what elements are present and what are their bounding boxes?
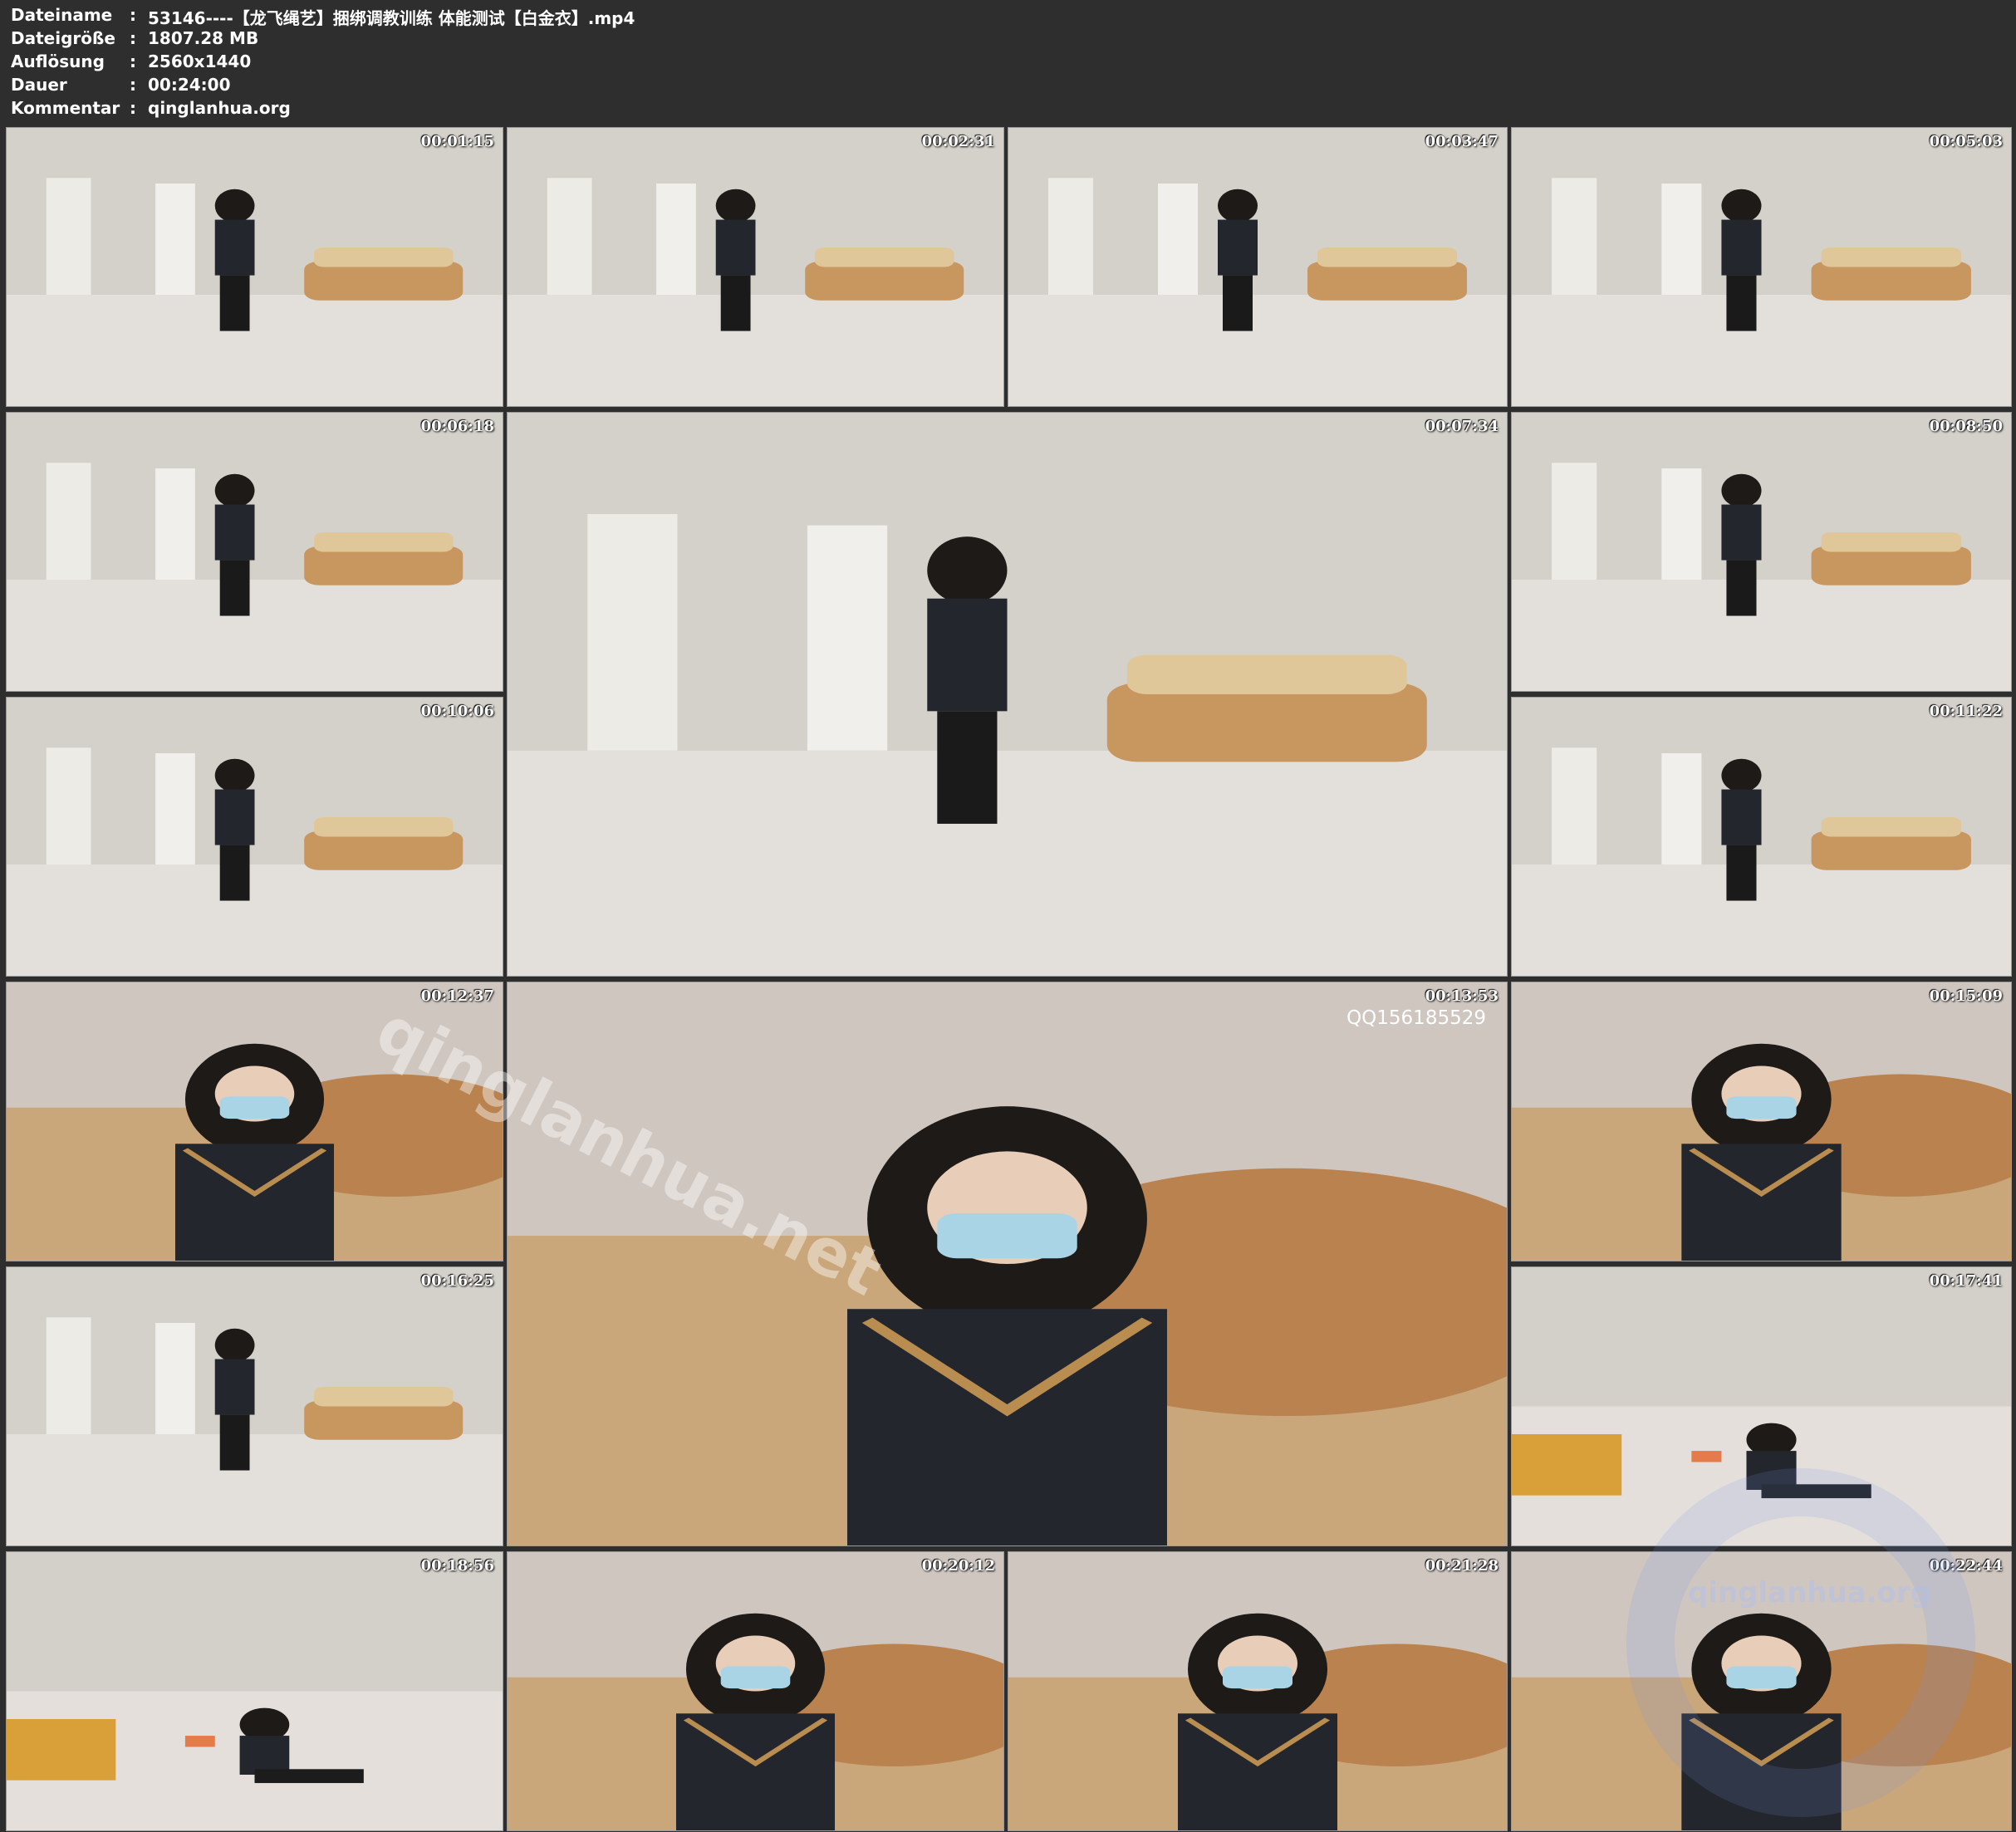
video-thumbnail: 00:10:06 xyxy=(6,697,503,977)
thumbnail-timestamp: 00:06:18 xyxy=(420,418,494,435)
thumbnail-timestamp: 00:15:09 xyxy=(1929,987,2003,1005)
video-thumbnail: 00:07:34 xyxy=(507,412,1508,977)
thumbnail-timestamp: 00:12:37 xyxy=(420,987,494,1005)
comment-value: qinglanhua.org xyxy=(148,98,291,118)
file-info-header: Dateiname : 53146----【龙飞绳艺】捆绑调教训练 体能测试【白… xyxy=(11,5,2004,123)
resolution-value: 2560x1440 xyxy=(148,51,252,71)
thumbnail-timestamp: 00:03:47 xyxy=(1425,133,1499,150)
filename-separator: : xyxy=(130,5,136,25)
filename-value: 53146----【龙飞绳艺】捆绑调教训练 体能测试【白金衣】.mp4 xyxy=(148,8,635,28)
thumbnail-timestamp: 00:07:34 xyxy=(1425,418,1499,435)
thumbnail-timestamp: 00:16:25 xyxy=(420,1272,494,1290)
qq-contact-overlay: QQ156185529 xyxy=(1346,1007,1486,1029)
video-thumbnail: 00:16:25 xyxy=(6,1266,503,1546)
filename-label: Dateiname xyxy=(11,5,113,25)
video-thumbnail: 00:21:28 xyxy=(1008,1551,1508,1831)
thumbnail-timestamp: 00:17:41 xyxy=(1929,1272,2003,1290)
video-thumbnail: 00:08:50 xyxy=(1511,412,2012,692)
video-thumbnail: 00:05:03 xyxy=(1511,127,2012,407)
video-thumbnail: 00:01:15 xyxy=(6,127,503,407)
filesize-label: Dateigröße xyxy=(11,28,115,48)
thumbnail-timestamp: 00:20:12 xyxy=(921,1557,995,1575)
filesize-value: 1807.28 MB xyxy=(148,28,259,48)
video-thumbnail: 00:03:47 xyxy=(1008,127,1508,407)
video-thumbnail: 00:15:09 xyxy=(1511,982,2012,1261)
video-thumbnail: 00:02:31 xyxy=(507,127,1004,407)
watermark-circle-text: qinglanhua.org xyxy=(1687,1576,1931,1609)
thumbnail-timestamp: 00:21:28 xyxy=(1425,1557,1499,1575)
filesize-separator: : xyxy=(130,28,136,48)
resolution-separator: : xyxy=(130,51,136,71)
video-thumbnail: 00:11:22 xyxy=(1511,697,2012,977)
video-thumbnail: 00:18:56 xyxy=(6,1551,503,1831)
thumbnail-timestamp: 00:08:50 xyxy=(1929,418,2003,435)
thumbnail-timestamp: 00:11:22 xyxy=(1929,703,2003,720)
thumbnail-timestamp: 00:01:15 xyxy=(420,133,494,150)
thumbnail-timestamp: 00:02:31 xyxy=(921,133,995,150)
resolution-label: Auflösung xyxy=(11,51,105,71)
thumbnail-timestamp: 00:13:53 xyxy=(1425,987,1499,1005)
duration-separator: : xyxy=(130,75,136,95)
comment-label: Kommentar xyxy=(11,98,120,118)
duration-value: 00:24:00 xyxy=(148,75,231,95)
thumbnail-timestamp: 00:10:06 xyxy=(420,703,494,720)
thumbnail-timestamp: 00:18:56 xyxy=(420,1557,494,1575)
duration-label: Dauer xyxy=(11,75,67,95)
video-thumbnail: 00:06:18 xyxy=(6,412,503,692)
comment-separator: : xyxy=(130,98,136,118)
watermark-circle-logo xyxy=(1626,1468,1975,1817)
thumbnail-timestamp: 00:05:03 xyxy=(1929,133,2003,150)
video-thumbnail: 00:13:53 QQ156185529 xyxy=(507,982,1508,1546)
video-thumbnail: 00:20:12 xyxy=(507,1551,1004,1831)
